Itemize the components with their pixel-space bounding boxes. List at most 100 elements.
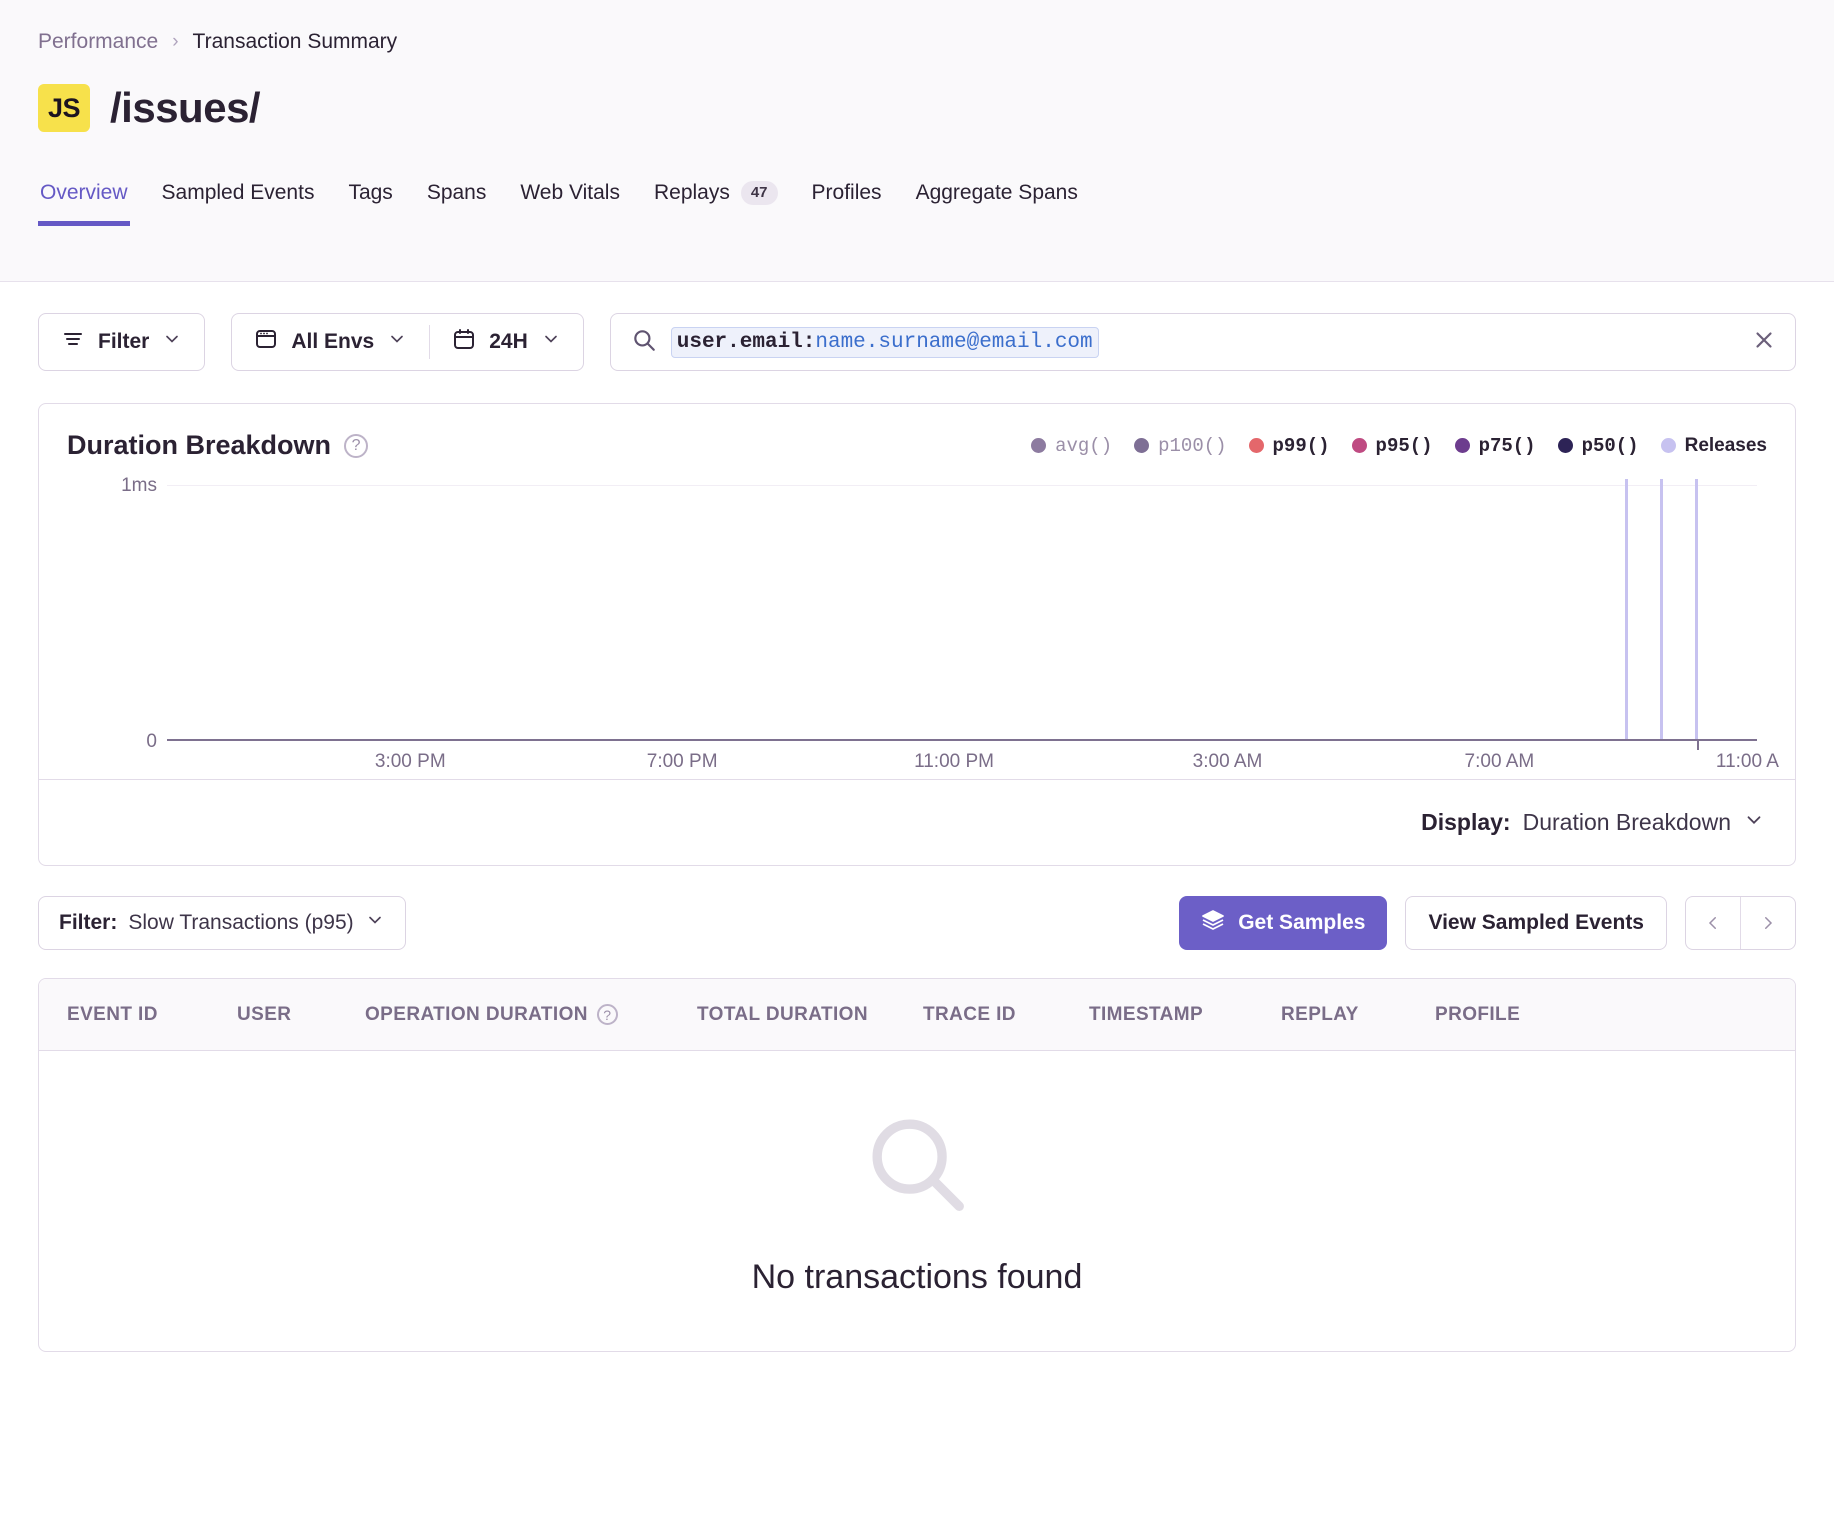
chevron-down-icon — [541, 329, 561, 355]
tab-sampled-events-label: Sampled Events — [162, 181, 315, 205]
legend-label-p95: p95() — [1376, 435, 1433, 457]
x-axis-tick: 11:00 A — [1716, 751, 1779, 773]
help-icon[interactable]: ? — [344, 434, 368, 458]
tab-profiles-label: Profiles — [812, 181, 882, 205]
column-label: OPERATION DURATION — [365, 1004, 588, 1026]
chevron-right-icon: › — [172, 31, 178, 53]
display-label: Display: — [1421, 809, 1510, 836]
previous-page-button[interactable] — [1686, 897, 1740, 949]
display-value[interactable]: Duration Breakdown — [1523, 809, 1731, 836]
view-sampled-events-button[interactable]: View Sampled Events — [1405, 896, 1667, 950]
x-axis-line — [167, 739, 1757, 741]
date-range-selector[interactable]: 24H — [430, 314, 583, 370]
chart-footer: Display: Duration Breakdown — [39, 779, 1795, 865]
legend-label-p50: p50() — [1582, 435, 1639, 457]
empty-state-message: No transactions found — [752, 1258, 1083, 1297]
empty-state: No transactions found — [39, 1051, 1795, 1351]
tab-replays-label: Replays — [654, 181, 730, 205]
filter-button[interactable]: Filter — [38, 313, 205, 371]
column-header-timestamp[interactable]: TIMESTAMP — [1089, 1004, 1281, 1026]
tab-spans[interactable]: Spans — [425, 181, 489, 226]
search-bar[interactable]: user.email:name.surname@email.com — [610, 313, 1796, 371]
environment-label: All Envs — [291, 330, 374, 354]
stack-icon — [1201, 908, 1225, 938]
legend-dot-icon — [1455, 438, 1470, 453]
search-token[interactable]: user.email:name.surname@email.com — [671, 327, 1099, 358]
legend-item-avg[interactable]: avg() — [1031, 435, 1112, 457]
release-marker-line[interactable] — [1695, 479, 1698, 741]
column-header-operation-duration[interactable]: OPERATION DURATION ? — [365, 1004, 697, 1026]
window-icon — [254, 327, 278, 357]
chart-title-label: Duration Breakdown — [67, 430, 331, 461]
transactions-table: EVENT ID USER OPERATION DURATION ? TOTAL… — [38, 978, 1796, 1352]
tab-sampled-events[interactable]: Sampled Events — [160, 181, 317, 226]
platform-badge-js: JS — [38, 84, 90, 132]
calendar-icon — [452, 327, 476, 357]
search-token-value: name.surname@email.com — [815, 331, 1092, 354]
legend-label-releases: Releases — [1685, 435, 1767, 457]
x-axis-tick: 7:00 PM — [647, 751, 718, 773]
filter-icon — [61, 327, 85, 357]
tab-aggregate-spans-label: Aggregate Spans — [916, 181, 1078, 205]
chevron-down-icon[interactable] — [1743, 809, 1765, 837]
column-label: REPLAY — [1281, 1004, 1359, 1026]
tab-tags[interactable]: Tags — [346, 181, 394, 226]
breadcrumb-performance[interactable]: Performance — [38, 30, 158, 54]
next-page-button[interactable] — [1741, 897, 1795, 949]
gridline-top — [167, 485, 1757, 486]
column-label: PROFILE — [1435, 1004, 1520, 1026]
legend-label-avg: avg() — [1055, 435, 1112, 457]
column-label: EVENT ID — [67, 1004, 158, 1026]
legend-item-releases[interactable]: Releases — [1661, 435, 1767, 457]
transaction-summary-page: Performance › Transaction Summary JS /is… — [0, 0, 1834, 1532]
tab-aggregate-spans[interactable]: Aggregate Spans — [914, 181, 1080, 226]
tab-overview[interactable]: Overview — [38, 181, 130, 226]
title-row: JS /issues/ — [38, 84, 1796, 132]
legend-item-p100[interactable]: p100() — [1134, 435, 1226, 457]
column-header-profile[interactable]: PROFILE — [1435, 1004, 1520, 1026]
release-marker-line[interactable] — [1625, 479, 1628, 741]
environment-selector[interactable]: All Envs — [232, 314, 429, 370]
tab-web-vitals[interactable]: Web Vitals — [518, 181, 622, 226]
get-samples-button[interactable]: Get Samples — [1179, 896, 1387, 950]
release-marker-line[interactable] — [1660, 479, 1663, 741]
samples-filter-label: Filter: — [59, 911, 117, 935]
tab-tags-label: Tags — [348, 181, 392, 205]
column-header-user[interactable]: USER — [237, 1004, 365, 1026]
filter-toolbar: Filter All Envs — [0, 282, 1834, 371]
column-label: TRACE ID — [923, 1004, 1016, 1026]
legend-dot-icon — [1031, 438, 1046, 453]
breadcrumb-current: Transaction Summary — [193, 30, 398, 54]
legend-label-p99: p99() — [1273, 435, 1330, 457]
y-axis-tick-bottom: 0 — [67, 731, 157, 753]
legend-item-p50[interactable]: p50() — [1558, 435, 1639, 457]
column-header-total-duration[interactable]: TOTAL DURATION — [697, 1004, 923, 1026]
help-icon[interactable]: ? — [597, 1004, 618, 1025]
legend-label-p75: p75() — [1479, 435, 1536, 457]
search-icon — [631, 327, 657, 358]
legend-item-p75[interactable]: p75() — [1455, 435, 1536, 457]
tab-bar: Overview Sampled Events Tags Spans Web V… — [38, 166, 1796, 226]
x-axis-ticks: 3:00 PM 7:00 PM 11:00 PM 3:00 AM 7:00 AM… — [167, 745, 1757, 779]
legend-dot-icon — [1352, 438, 1367, 453]
column-header-replay[interactable]: REPLAY — [1281, 1004, 1435, 1026]
column-label: TOTAL DURATION — [697, 1004, 868, 1026]
clear-search-icon[interactable] — [1751, 327, 1777, 358]
tab-profiles[interactable]: Profiles — [810, 181, 884, 226]
legend-dot-icon — [1558, 438, 1573, 453]
samples-toolbar: Filter: Slow Transactions (p95) Get Samp… — [0, 866, 1834, 950]
view-sampled-events-label: View Sampled Events — [1428, 911, 1644, 935]
legend-item-p95[interactable]: p95() — [1352, 435, 1433, 457]
column-header-event-id[interactable]: EVENT ID — [67, 1004, 237, 1026]
environment-date-group: All Envs 24H — [231, 313, 583, 371]
chart-canvas — [167, 479, 1757, 741]
legend-item-p99[interactable]: p99() — [1249, 435, 1330, 457]
page-header: Performance › Transaction Summary JS /is… — [0, 0, 1834, 282]
column-header-trace-id[interactable]: TRACE ID — [923, 1004, 1089, 1026]
samples-filter-select[interactable]: Filter: Slow Transactions (p95) — [38, 896, 406, 950]
search-token-key: user.email: — [677, 331, 816, 354]
tab-replays[interactable]: Replays 47 — [652, 181, 780, 226]
chevron-down-icon — [387, 329, 407, 355]
get-samples-label: Get Samples — [1238, 911, 1365, 935]
column-label: TIMESTAMP — [1089, 1004, 1203, 1026]
